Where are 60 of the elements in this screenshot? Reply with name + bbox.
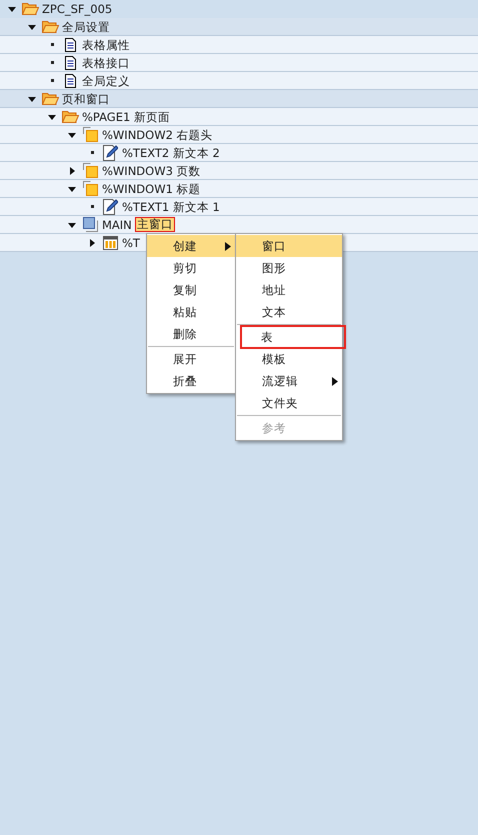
expanded-icon[interactable] xyxy=(68,220,76,228)
window-icon xyxy=(82,163,98,178)
bullet-icon xyxy=(50,43,54,46)
menu-item[interactable]: 图形 xyxy=(236,257,342,279)
node-label[interactable]: ZPC_SF_005 xyxy=(42,2,112,16)
node-label[interactable]: 页和窗口 xyxy=(62,92,110,106)
menu-item[interactable]: 表 xyxy=(241,326,345,348)
expanded-icon[interactable] xyxy=(48,112,56,120)
menu-item[interactable]: 文本 xyxy=(236,301,342,323)
bullet-icon xyxy=(50,79,54,82)
menu-item[interactable]: 文件夹 xyxy=(236,392,342,414)
menu-item[interactable]: 复制 xyxy=(147,279,235,301)
bullet-icon xyxy=(90,205,94,208)
expanded-icon[interactable] xyxy=(68,184,76,192)
pencil-note-icon xyxy=(102,198,118,214)
menu-item[interactable]: 展开 xyxy=(147,348,235,370)
folder-icon xyxy=(62,110,78,123)
node-label[interactable]: %TEXT1 新文本 1 xyxy=(122,200,220,214)
document-icon xyxy=(64,74,76,88)
node-label[interactable]: %WINDOW3 页数 xyxy=(102,164,201,178)
node-label[interactable]: %WINDOW1 标题 xyxy=(102,182,201,196)
window-icon xyxy=(82,217,98,232)
submenu-arrow-icon xyxy=(225,242,231,251)
node-label[interactable]: %PAGE1 新页面 xyxy=(82,110,170,124)
window-icon xyxy=(82,127,98,142)
node-label[interactable]: %T xyxy=(122,236,140,250)
collapsed-icon[interactable] xyxy=(68,166,76,174)
document-icon xyxy=(64,38,76,52)
menu-item[interactable]: 删除 xyxy=(147,323,235,345)
node-label[interactable]: 表格接口 xyxy=(82,56,130,70)
window-icon xyxy=(82,181,98,196)
folder-icon xyxy=(42,92,58,105)
menu-item[interactable]: 流逻辑 xyxy=(236,370,342,392)
table-icon xyxy=(102,236,118,250)
expanded-icon[interactable] xyxy=(68,130,76,138)
menu-item[interactable]: 地址 xyxy=(236,279,342,301)
pencil-note-icon xyxy=(102,144,118,160)
node-label[interactable]: 全局定义 xyxy=(82,74,130,88)
folder-icon xyxy=(42,20,58,33)
node-label[interactable]: %WINDOW2 右题头 xyxy=(102,128,213,142)
collapsed-icon[interactable] xyxy=(88,238,96,246)
expanded-icon[interactable] xyxy=(28,22,36,30)
menu-item[interactable]: 创建 xyxy=(147,235,235,257)
menu-item[interactable]: 窗口 xyxy=(236,235,342,257)
bullet-icon xyxy=(50,61,54,64)
document-icon xyxy=(64,56,76,70)
node-label[interactable]: %TEXT2 新文本 2 xyxy=(122,146,220,160)
node-label[interactable]: 全局设置 xyxy=(62,20,110,34)
bullet-icon xyxy=(90,151,94,154)
menu-item[interactable]: 剪切 xyxy=(147,257,235,279)
node-label[interactable]: MAIN xyxy=(102,218,132,232)
menu-item[interactable]: 折叠 xyxy=(147,370,235,392)
menu-item[interactable]: 模板 xyxy=(236,348,342,370)
node-label[interactable]: 表格属性 xyxy=(82,38,130,52)
folder-icon xyxy=(22,2,38,15)
submenu-arrow-icon xyxy=(332,377,338,386)
menu-item[interactable]: 粘贴 xyxy=(147,301,235,323)
node-description[interactable]: 主窗口 xyxy=(134,217,175,232)
expanded-icon[interactable] xyxy=(8,4,16,12)
expanded-icon[interactable] xyxy=(28,94,36,102)
